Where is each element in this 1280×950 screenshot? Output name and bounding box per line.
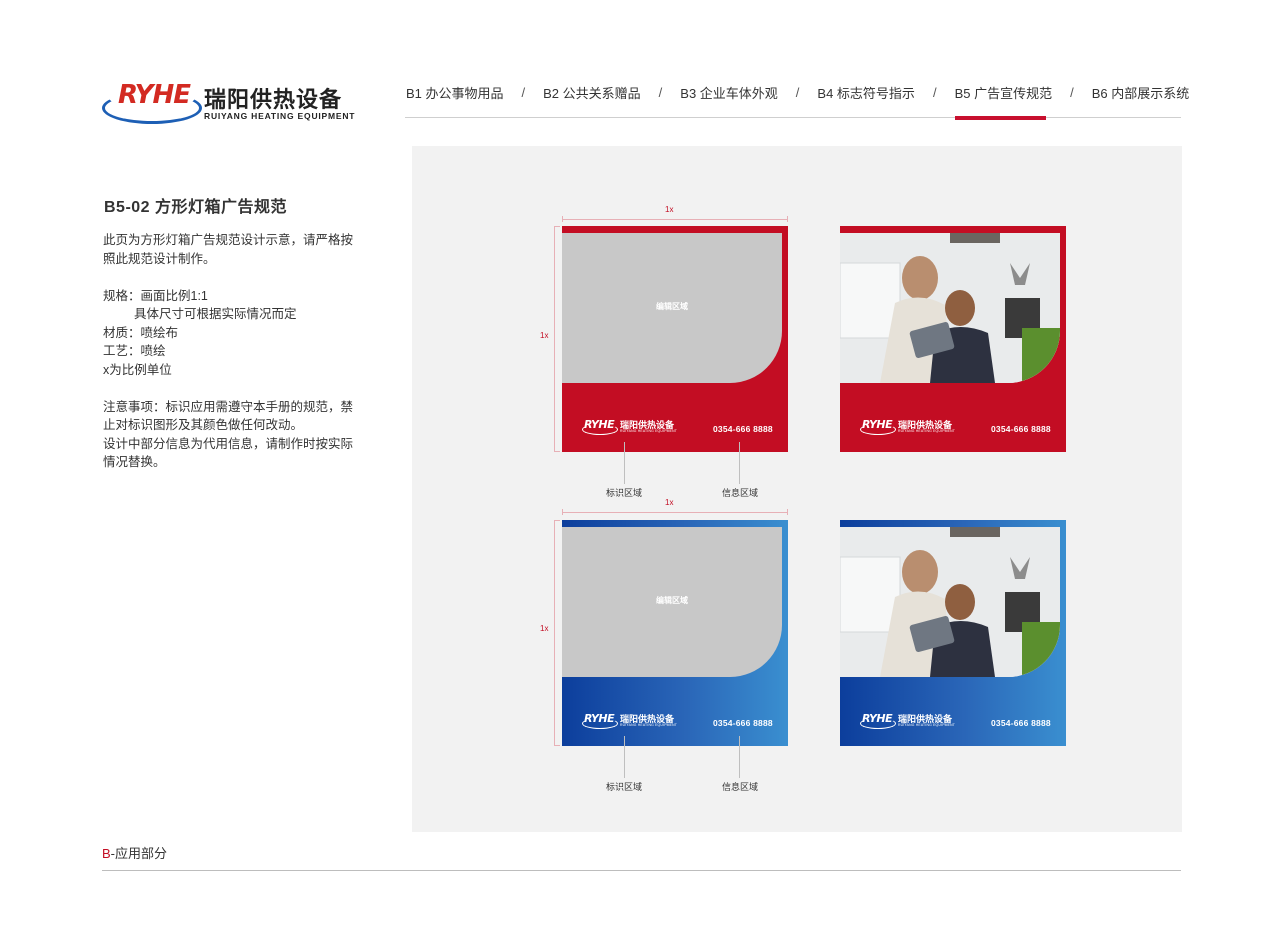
height-dimension-label: 1x [540, 331, 549, 340]
logo-mark-icon: RYHE [100, 78, 202, 124]
edit-area-label: 编辑区域 [656, 596, 688, 605]
panel-phone: 0354-666 8888 [713, 424, 773, 434]
footer-prefix: B [102, 846, 111, 861]
spec-description: 此页为方形灯箱广告规范设计示意，请严格按照此规范设计制作。 规格：画面比例1:1… [103, 231, 365, 472]
spec-craft: 工艺：喷绘 [103, 344, 166, 358]
nav-separator: / [658, 84, 663, 100]
logo-chinese-name: 瑞阳供热设备 [204, 88, 343, 113]
nav-separator: / [932, 84, 937, 100]
nav-item-b6[interactable]: B6 内部展示系统 [1092, 83, 1190, 102]
spec-size-note: 具体尺寸可根据实际情况而定 [134, 307, 297, 321]
logo-area-label: 标识区域 [606, 782, 643, 792]
photo-placeholder [840, 527, 1060, 677]
father-son-photo-icon [840, 527, 1060, 677]
nav-separator: / [795, 84, 800, 100]
spec-ratio: 规格：画面比例1:1 [103, 288, 208, 303]
spec-unit: x为比例单位 [103, 362, 172, 377]
brand-logo: RYHE 瑞阳供热设备 RUIYANG HEATING EQUIPMENT [100, 78, 360, 126]
height-dimension-line [554, 520, 555, 746]
footer-divider [102, 870, 1181, 871]
spec-material: 材质：喷绘布 [103, 325, 179, 340]
mockup-canvas: 1x 1x 编辑区域 RYHE 瑞阳供热设备 RUIYANG HEATING EQ… [412, 146, 1182, 832]
info-area-label: 信息区域 [722, 488, 759, 498]
panel-logo: RYHE 瑞阳供热设备 RUIYANG HEATING EQUIPMENT [860, 712, 956, 729]
footer-section-label: B-应用部分 [102, 843, 167, 862]
red-example-panel: RYHE 瑞阳供热设备 RUIYANG HEATING EQUIPMENT 035… [840, 226, 1066, 452]
nav-separator: / [521, 84, 526, 100]
nav-divider [405, 117, 1181, 118]
nav-item-b5[interactable]: B5 广告宣传规范 [955, 83, 1053, 102]
width-dimension-line [562, 219, 788, 220]
height-dimension-line [554, 226, 555, 452]
nav-item-b4[interactable]: B4 标志符号指示 [817, 83, 915, 102]
nav-item-b3[interactable]: B3 企业车体外观 [680, 83, 778, 102]
logo-area-label: 标识区域 [606, 488, 643, 498]
height-dimension-label: 1x [540, 624, 549, 633]
edit-area: 编辑区域 [562, 233, 782, 383]
intro-text: 此页为方形灯箱广告规范设计示意，请严格按照此规范设计制作。 [103, 233, 354, 266]
red-template-panel: 编辑区域 RYHE 瑞阳供热设备 RUIYANG HEATING EQUIPMEN… [562, 226, 788, 452]
photo-placeholder [840, 233, 1060, 383]
width-dimension-label: 1x [665, 498, 674, 507]
note-text-2: 设计中部分信息为代用信息，请制作时按实际情况替换。 [103, 436, 354, 470]
page-title: B5-02 方形灯箱广告规范 [104, 199, 288, 216]
panel-logo: RYHE 瑞阳供热设备 RUIYANG HEATING EQUIPMENT [860, 418, 956, 435]
footer-text: -应用部分 [110, 846, 168, 861]
info-area-label: 信息区域 [722, 782, 759, 792]
panel-phone: 0354-666 8888 [713, 718, 773, 728]
nav-separator: / [1070, 84, 1074, 100]
edit-area: 编辑区域 [562, 527, 782, 677]
panel-phone: 0354-666 8888 [991, 718, 1051, 728]
nav-item-b1[interactable]: B1 办公事物用品 [406, 83, 504, 102]
nav-active-indicator [955, 116, 1046, 120]
logo-english-name: RUIYANG HEATING EQUIPMENT [204, 111, 356, 121]
father-son-photo-icon [840, 233, 1060, 383]
width-dimension-label: 1x [665, 205, 674, 214]
panel-logo: RYHE 瑞阳供热设备 RUIYANG HEATING EQUIPMENT [582, 418, 678, 435]
note-text: 注意事项：标识应用需遵守本手册的规范，禁止对标识图形及其颜色做任何改动。 [103, 399, 354, 433]
panel-phone: 0354-666 8888 [991, 424, 1051, 434]
nav-item-b2[interactable]: B2 公共关系赠品 [543, 83, 641, 102]
blue-example-panel: RYHE 瑞阳供热设备 RUIYANG HEATING EQUIPMENT 035… [840, 520, 1066, 746]
width-dimension-line [562, 512, 788, 513]
edit-area-label: 编辑区域 [656, 302, 688, 311]
blue-template-panel: 编辑区域 RYHE 瑞阳供热设备 RUIYANG HEATING EQUIPMEN… [562, 520, 788, 746]
section-nav: B1 办公事物用品 / B2 公共关系赠品 / B3 企业车体外观 / B4 标… [406, 82, 1189, 102]
panel-logo: RYHE 瑞阳供热设备 RUIYANG HEATING EQUIPMENT [582, 712, 678, 729]
